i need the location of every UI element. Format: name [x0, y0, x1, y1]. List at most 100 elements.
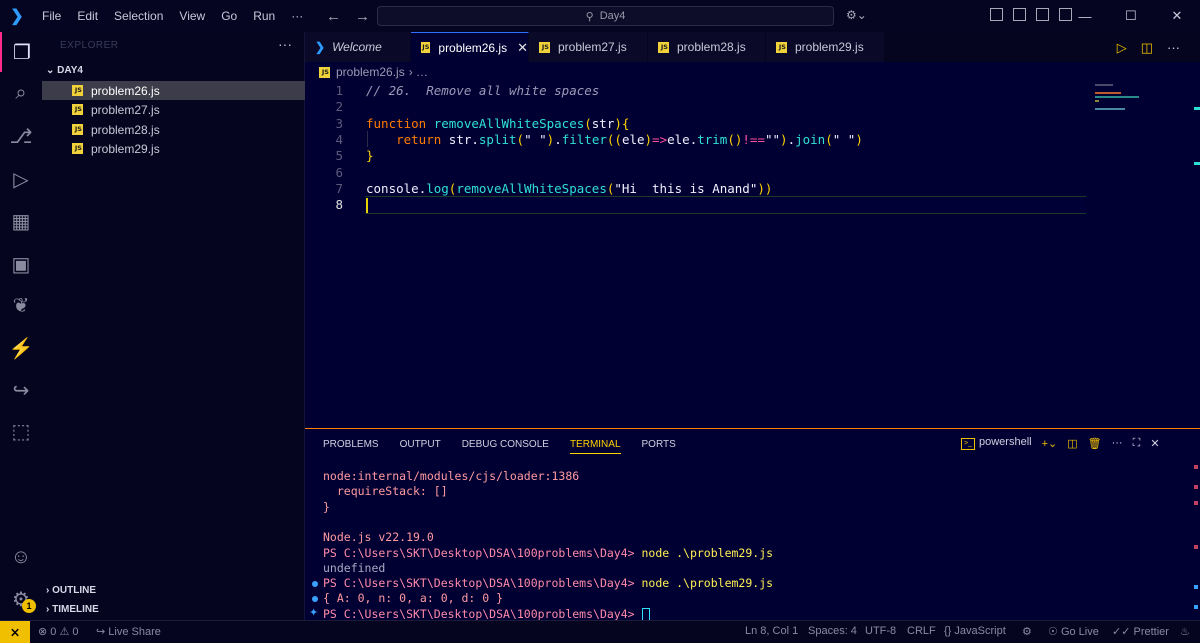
folder-day4[interactable]: ⌄ DAY4 — [46, 65, 83, 76]
kill-terminal-icon[interactable]: 🗑 — [1088, 437, 1102, 450]
account-icon[interactable]: ☺ — [0, 537, 42, 577]
indentation[interactable]: Spaces: 4 — [808, 625, 857, 637]
file-label: problem29.js — [91, 141, 160, 156]
menu-selection[interactable]: Selection — [106, 0, 171, 32]
toggle-panel-icon[interactable] — [1036, 8, 1049, 21]
more-actions-icon[interactable]: ··· — [1167, 40, 1180, 56]
prettier-button[interactable]: ✓✓ Prettier — [1112, 625, 1169, 638]
problems-indicator[interactable]: ⊗ 0 ⚠ 0 — [38, 625, 78, 638]
more-actions-icon[interactable]: ··· — [278, 36, 292, 52]
sparkle-icon[interactable]: ✦ — [309, 606, 318, 619]
maximize-button[interactable]: ☐ — [1108, 0, 1154, 32]
code-line[interactable]: 8 — [305, 197, 1185, 213]
copilot-status-icon[interactable]: ⚙ — [1022, 625, 1032, 638]
js-file-icon: JS — [319, 66, 330, 78]
go-live-button[interactable]: ☉ Go Live — [1048, 625, 1099, 638]
command-center-search[interactable]: ⚲ Day4 — [377, 6, 834, 26]
menu-more[interactable]: ··· — [283, 0, 311, 32]
maximize-panel-icon[interactable]: ⛶ — [1133, 437, 1141, 450]
vscode-logo-icon: ❯ — [10, 8, 24, 25]
close-tab-icon[interactable]: ✕ — [517, 40, 528, 56]
tab-problem28[interactable]: JS problem28.js — [648, 32, 766, 62]
code-line[interactable]: 5} — [305, 148, 1185, 164]
breadcrumb-file[interactable]: problem26.js — [336, 65, 405, 79]
toggle-sidebar-icon[interactable] — [1013, 8, 1026, 21]
line-endings[interactable]: CRLF — [907, 625, 936, 637]
close-panel-icon[interactable]: ✕ — [1150, 437, 1159, 450]
code-line[interactable]: 7 console.log(removeAllWhiteSpaces("Hi th… — [305, 181, 1185, 197]
file-item-problem27[interactable]: JS problem27.js — [42, 100, 305, 119]
tab-problem29[interactable]: JS problem29.js — [766, 32, 885, 62]
tab-output[interactable]: OUTPUT — [400, 439, 441, 454]
file-item-problem28[interactable]: JS problem28.js — [42, 120, 305, 139]
bottom-panel: PROBLEMS OUTPUT DEBUG CONSOLE TERMINAL P… — [305, 428, 1200, 621]
code-line[interactable]: 3 function removeAllWhiteSpaces(str){ — [305, 116, 1185, 132]
editor-tabs: ❯ Welcome JS problem26.js ✕ JS problem27… — [305, 32, 1200, 62]
live-share-icon: ↪ — [96, 626, 106, 638]
encoding[interactable]: UTF-8 — [865, 625, 896, 637]
minimap[interactable] — [1095, 82, 1145, 122]
terminal-shell-selector[interactable]: >_ powershell — [961, 436, 1032, 450]
close-window-button[interactable]: ✕ — [1154, 0, 1200, 32]
source-control-icon[interactable]: ⎇ — [0, 116, 42, 156]
live-share-label: Live Share — [108, 626, 161, 638]
tab-ports[interactable]: PORTS — [642, 439, 676, 454]
tab-welcome[interactable]: ❯ Welcome — [305, 32, 411, 62]
notifications-bell-icon[interactable]: ♨ — [1180, 625, 1190, 638]
menu-view[interactable]: View — [171, 0, 213, 32]
tab-problem27[interactable]: JS problem27.js — [529, 32, 648, 62]
live-share-icon[interactable]: ↪ — [0, 370, 42, 410]
menu-go[interactable]: Go — [213, 0, 245, 32]
new-terminal-icon[interactable]: +⌄ — [1042, 437, 1058, 450]
command-center-label: Day4 — [599, 10, 626, 22]
line-number: 6 — [335, 164, 343, 180]
file-item-problem26[interactable]: JS problem26.js — [42, 81, 305, 100]
forward-arrow-icon[interactable]: → — [355, 8, 370, 25]
cursor-position[interactable]: Ln 8, Col 1 — [745, 625, 798, 637]
customize-layout-icon[interactable] — [990, 8, 1003, 21]
thunder-client-icon[interactable]: ⚡ — [0, 328, 42, 368]
live-share-button[interactable]: ↪ Live Share — [96, 625, 161, 638]
code-line[interactable]: 4 return str.split(" ").filter((ele)=>el… — [305, 132, 1185, 148]
menu-run[interactable]: Run — [245, 0, 283, 32]
line-number: 2 — [335, 99, 343, 115]
panel-tabs: PROBLEMS OUTPUT DEBUG CONSOLE TERMINAL P… — [323, 439, 676, 454]
package-icon[interactable]: ⬚ — [0, 411, 42, 451]
command-decoration-icon[interactable] — [312, 596, 318, 603]
breadcrumb-rest[interactable]: › … — [409, 65, 428, 79]
extensions-icon[interactable]: ▦ — [0, 201, 42, 241]
outline-section[interactable]: › OUTLINE — [46, 585, 96, 596]
code-line[interactable]: 1 // 26. Remove all white spaces — [305, 83, 1185, 99]
tab-problems[interactable]: PROBLEMS — [323, 439, 379, 454]
remote-indicator-button[interactable]: ⨯ — [0, 621, 30, 643]
tab-debug-console[interactable]: DEBUG CONSOLE — [462, 439, 549, 454]
code-editor[interactable]: 1 // 26. Remove all white spaces 2 3 functio… — [305, 82, 1200, 428]
command-decoration-icon[interactable] — [312, 581, 318, 588]
tab-terminal[interactable]: TERMINAL — [569, 439, 621, 454]
split-editor-icon[interactable]: ◫ — [1141, 40, 1153, 56]
terminal-scrollbar[interactable] — [1194, 465, 1198, 615]
timeline-section[interactable]: › TIMELINE — [46, 604, 99, 615]
minimize-button[interactable]: — — [1062, 0, 1108, 32]
split-terminal-icon[interactable]: ◫ — [1067, 437, 1077, 450]
settings-gear-icon[interactable]: ⚙ — [0, 579, 42, 619]
explorer-icon[interactable]: ❐ — [0, 32, 42, 72]
tab-problem26[interactable]: JS problem26.js ✕ — [411, 32, 529, 62]
code-line[interactable]: 2 — [305, 99, 1185, 115]
search-icon[interactable]: ⌕ — [0, 73, 42, 113]
code-line[interactable]: 6 — [305, 165, 1185, 181]
run-code-icon[interactable]: ▷ — [1117, 40, 1127, 56]
file-item-problem29[interactable]: JS problem29.js — [42, 139, 305, 158]
explorer-sidebar: EXPLORER ··· ⌄ DAY4 JS problem26.js JS p… — [42, 32, 305, 620]
copilot-icon[interactable]: ⚙⌄ — [846, 8, 867, 22]
mongodb-leaf-icon[interactable]: ❦ — [0, 285, 42, 325]
editor-scrollbar[interactable] — [1194, 82, 1200, 428]
more-actions-icon[interactable]: ··· — [1112, 437, 1123, 449]
language-mode[interactable]: {} JavaScript — [944, 625, 1006, 637]
tab-label: problem26.js — [438, 40, 508, 55]
run-debug-icon[interactable]: ▷ — [0, 159, 42, 199]
remote-explorer-icon[interactable]: ▣ — [0, 244, 42, 284]
menu-edit[interactable]: Edit — [69, 0, 106, 32]
back-arrow-icon[interactable]: ← — [326, 8, 341, 25]
menu-file[interactable]: File — [34, 0, 69, 32]
